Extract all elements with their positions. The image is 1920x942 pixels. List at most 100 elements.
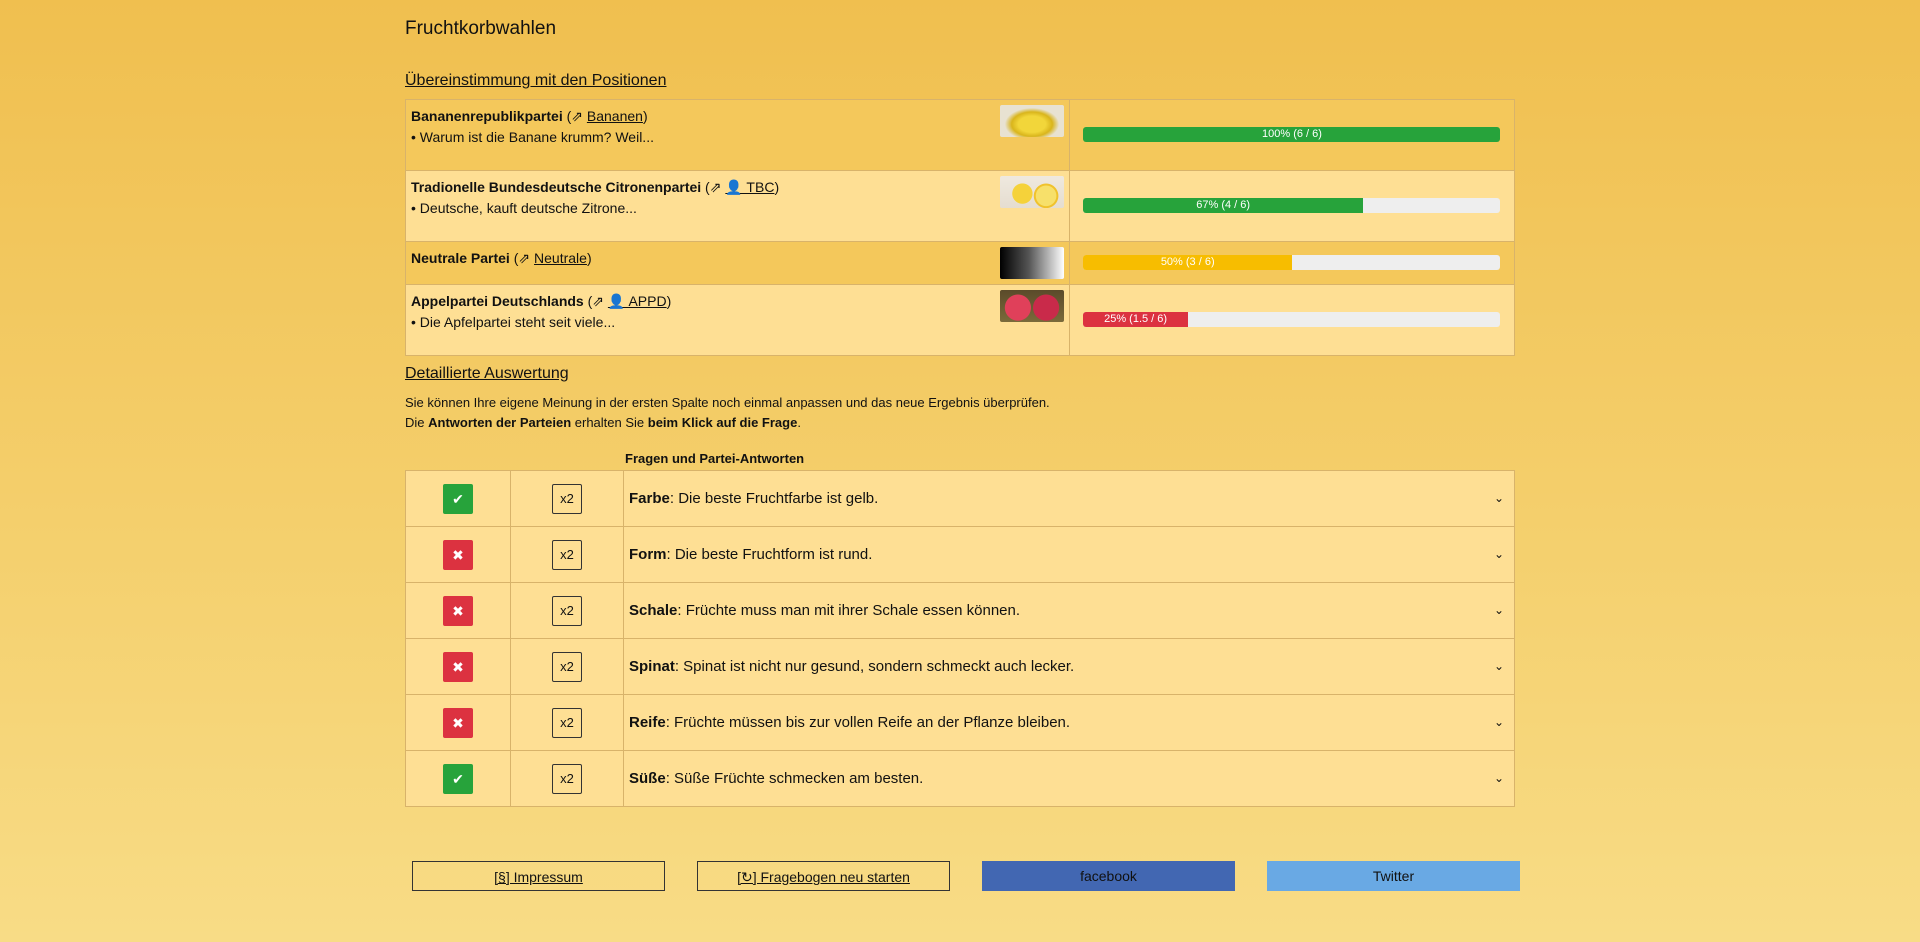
agree-toggle-button[interactable]: ✔ [443,483,473,514]
impressum-button[interactable]: [§] Impressum [412,861,665,891]
question-topic: Form [629,546,667,563]
weight-cell: x2 [510,526,624,583]
double-weight-button[interactable]: x2 [552,707,582,738]
question-cell[interactable]: Süße: Süße Früchte schmecken am besten. ⌄ [623,750,1515,807]
party-description: • Die Apfelpartei steht seit viele... [411,314,616,330]
chevron-down-icon[interactable]: ⌄ [1494,659,1504,673]
vote-cell: ✖ [405,694,511,751]
progress-fill: 100% (6 / 6) [1083,127,1501,142]
chevron-down-icon[interactable]: ⌄ [1494,547,1504,561]
weight-cell: x2 [510,470,624,527]
double-weight-button[interactable]: x2 [552,595,582,626]
question-topic: Spinat [629,658,675,675]
party-row-bananen: Bananenrepublikpartei (⇗ Bananen) • Waru… [404,99,1515,171]
external-link-icon: ⇗ [518,250,531,266]
match-bar-cell: 50% (3 / 6) [1069,241,1515,285]
vote-cell: ✔ [405,750,511,807]
match-progress-bar: 25% (1.5 / 6) [1083,312,1501,327]
question-row: ✖ x2 Spinat: Spinat ist nicht nur gesund, … [405,638,1515,695]
instructions-line-1: Sie können Ihre eigene Meinung in der er… [405,395,1050,410]
weight-cell: x2 [510,638,624,695]
banana-image [1000,105,1065,137]
party-line: Bananenrepublikpartei (⇗ Bananen) [411,108,648,124]
question-cell[interactable]: Spinat: Spinat ist nicht nur gesund, son… [623,638,1515,695]
party-name: Bananenrepublikpartei [411,108,563,124]
weight-cell: x2 [510,694,624,751]
vote-cell: ✖ [405,526,511,583]
instructions-line-2: Die Antworten der Parteien erhalten Sie … [405,413,1050,433]
vote-cell: ✖ [405,638,511,695]
facebook-share-button[interactable]: facebook [982,861,1235,891]
progress-fill: 25% (1.5 / 6) [1083,312,1188,327]
match-progress-bar: 67% (4 / 6) [1083,198,1501,213]
party-info-cell: Tradionelle Bundesdeutsche Citronenparte… [404,170,1071,242]
restart-button[interactable]: [↻] Fragebogen neu starten [697,861,950,891]
party-line: Appelpartei Deutschlands (⇗ 👤 APPD) [411,293,672,309]
external-link-icon: ⇗ [709,179,722,195]
party-link[interactable]: 👤 APPD [608,293,667,309]
party-link[interactable]: Neutrale [534,250,587,266]
match-bar-cell: 100% (6 / 6) [1069,99,1515,171]
chevron-down-icon[interactable]: ⌄ [1494,771,1504,785]
question-cell[interactable]: Farbe: Die beste Fruchtfarbe ist gelb. ⌄ [623,470,1515,527]
external-link-icon: ⇗ [592,293,604,309]
party-name: Neutrale Partei [411,250,510,266]
double-weight-button[interactable]: x2 [552,763,582,794]
text-segment: erhalten Sie [571,415,648,430]
agree-toggle-button[interactable]: ✔ [443,763,473,794]
details-section-link[interactable]: Detaillierte Auswertung [405,365,569,383]
question-row: ✔ x2 Süße: Süße Früchte schmecken am beste… [405,750,1515,807]
question-cell[interactable]: Form: Die beste Fruchtform ist rund. ⌄ [623,526,1515,583]
party-description: • Warum ist die Banane krumm? Weil... [411,129,654,145]
text-segment: . [797,415,801,430]
disagree-toggle-button[interactable]: ✖ [443,539,473,570]
instructions-text: Sie können Ihre eigene Meinung in der er… [405,393,1050,433]
apple-image [1000,290,1065,322]
page-title: Fruchtkorbwahlen [405,18,557,39]
chevron-down-icon[interactable]: ⌄ [1494,603,1504,617]
question-text: : Früchte muss man mit ihrer Schale esse… [677,602,1021,619]
question-topic: Süße [629,770,666,787]
question-row: ✖ x2 Reife: Früchte müssen bis zur vollen … [405,694,1515,751]
disagree-toggle-button[interactable]: ✖ [443,707,473,738]
weight-cell: x2 [510,582,624,639]
bold-segment: beim Klick auf die Frage [647,415,798,430]
double-weight-button[interactable]: x2 [552,651,582,682]
chevron-down-icon[interactable]: ⌄ [1494,715,1504,729]
lemon-image [1000,176,1065,208]
weight-cell: x2 [510,750,624,807]
party-name: Tradionelle Bundesdeutsche Citronenparte… [411,179,702,195]
twitter-share-button[interactable]: Twitter [1267,861,1520,891]
external-link-icon: ⇗ [571,108,583,124]
party-line: Neutrale Partei (⇗ Neutrale) [411,250,592,266]
party-info-cell: Appelpartei Deutschlands (⇗ 👤 APPD) • Di… [404,284,1071,356]
bold-segment: Antworten der Parteien [428,415,572,430]
question-text: : Süße Früchte schmecken am besten. [665,770,924,787]
party-name: Appelpartei Deutschlands [411,293,584,309]
double-weight-button[interactable]: x2 [552,539,582,570]
question-topic: Reife [629,714,666,731]
question-cell[interactable]: Schale: Früchte muss man mit ihrer Schal… [623,582,1515,639]
text-segment: Die [405,415,429,430]
question-row: ✔ x2 Farbe: Die beste Fruchtfarbe ist gelb… [405,470,1515,527]
disagree-toggle-button[interactable]: ✖ [443,595,473,626]
progress-fill: 67% (4 / 6) [1083,198,1363,213]
party-link[interactable]: 👤 TBC [725,179,774,195]
question-topic: Farbe [629,490,670,507]
progress-fill: 50% (3 / 6) [1083,255,1292,270]
vote-cell: ✔ [405,470,511,527]
match-bar-cell: 25% (1.5 / 6) [1069,284,1515,356]
match-progress-bar: 50% (3 / 6) [1083,255,1501,270]
party-line: Tradionelle Bundesdeutsche Citronenparte… [411,179,780,195]
question-text: : Spinat ist nicht nur gesund, sondern s… [674,658,1075,675]
chevron-down-icon[interactable]: ⌄ [1494,491,1504,505]
question-text: : Früchte müssen bis zur vollen Reife an… [665,714,1071,731]
party-link[interactable]: Bananen [587,108,643,124]
questions-table: ✔ x2 Farbe: Die beste Fruchtfarbe ist gelb… [405,470,1515,807]
question-topic: Schale [629,602,678,619]
gradient-image [1000,247,1065,279]
positions-section-link[interactable]: Übereinstimmung mit den Positionen [405,72,666,90]
disagree-toggle-button[interactable]: ✖ [443,651,473,682]
double-weight-button[interactable]: x2 [552,483,582,514]
question-cell[interactable]: Reife: Früchte müssen bis zur vollen Rei… [623,694,1515,751]
